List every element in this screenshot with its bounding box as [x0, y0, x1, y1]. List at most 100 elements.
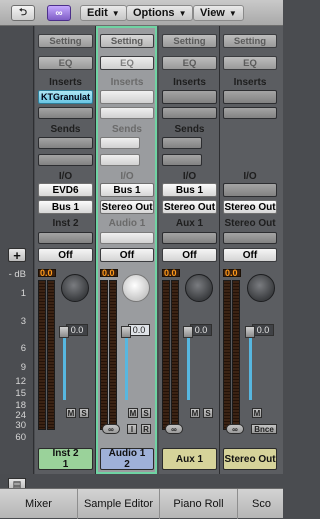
mute-button[interactable]: M [128, 408, 138, 418]
send-slot-1[interactable] [162, 137, 202, 149]
volume-display: 0.0 [66, 324, 88, 336]
pan-knob[interactable] [122, 274, 150, 302]
add-channel-button[interactable]: + [8, 248, 26, 263]
inserts-label: Inserts [173, 77, 206, 88]
record-enable-button[interactable]: R [141, 424, 151, 434]
insert-slot-1[interactable] [162, 90, 217, 104]
tab-score[interactable]: Sco [238, 489, 283, 519]
pan-knob[interactable] [61, 274, 89, 302]
channel-name-line2: 1 [62, 459, 69, 470]
fader-track [63, 338, 66, 400]
automation-button[interactable]: Off [162, 248, 217, 262]
send-slot-1[interactable] [100, 137, 140, 149]
send-slot-2[interactable] [38, 154, 93, 166]
edit-menu-label: Edit [87, 7, 108, 19]
tab-mixer[interactable]: Mixer [0, 489, 78, 519]
tab-label: Sco [252, 498, 271, 510]
output-slot[interactable]: Stereo Out [100, 200, 154, 214]
insert-slot-2[interactable] [38, 107, 93, 119]
chevron-down-icon: ▼ [178, 8, 187, 18]
eq-button[interactable]: EQ [223, 56, 277, 70]
tab-piano-roll[interactable]: Piano Roll [160, 489, 238, 519]
send-slot-2[interactable] [100, 154, 140, 166]
level-meter-left [223, 280, 231, 430]
options-menu[interactable]: Options ▼ [126, 5, 194, 21]
back-button[interactable]: ⮌ [11, 5, 35, 21]
input-monitor-button[interactable]: I [127, 424, 137, 434]
scale-label: 12 [15, 376, 26, 387]
setting-button[interactable]: Setting [38, 34, 93, 48]
setting-button[interactable]: Setting [100, 34, 154, 48]
output-slot[interactable]: Stereo Out [162, 200, 217, 214]
insert-slot-2[interactable] [223, 107, 277, 119]
link-button[interactable]: ∞ [102, 424, 120, 434]
output-slot[interactable]: Bus 1 [38, 200, 93, 214]
insert-slot-1[interactable] [223, 90, 277, 104]
input-slot[interactable]: Bus 1 [162, 183, 217, 197]
automation-button[interactable]: Off [100, 248, 154, 262]
link-button[interactable]: ∞ [165, 424, 183, 434]
volume-fader[interactable] [59, 326, 69, 338]
peak-display: 0.0 [100, 269, 118, 278]
automation-button[interactable]: Off [38, 248, 93, 262]
setting-button[interactable]: Setting [223, 34, 277, 48]
input-slot[interactable]: Bus 1 [100, 183, 154, 197]
volume-display: 0.0 [252, 324, 274, 336]
peak-display: 0.0 [38, 269, 56, 278]
scale-label: 9 [20, 362, 26, 373]
eq-button[interactable]: EQ [100, 56, 154, 70]
chevron-down-icon: ▼ [111, 8, 120, 18]
channel-name[interactable]: Inst 2 1 [38, 448, 93, 470]
peak-display: 0.0 [223, 269, 241, 278]
channel-name[interactable]: Stereo Out [223, 448, 277, 470]
output-slot[interactable]: Stereo Out [223, 200, 277, 214]
eq-button[interactable]: EQ [162, 56, 217, 70]
pan-knob[interactable] [247, 274, 275, 302]
input-slot[interactable] [223, 183, 277, 197]
group-slot[interactable] [223, 232, 277, 244]
insert-slot-2[interactable] [100, 107, 154, 119]
volume-display: 0.0 [190, 324, 212, 336]
track-label: Audio 1 [108, 218, 146, 229]
link-button[interactable]: ∞ [47, 5, 71, 21]
group-slot[interactable] [38, 232, 93, 244]
send-slot-1[interactable] [38, 137, 93, 149]
io-label: I/O [243, 171, 257, 182]
level-meter-right [109, 280, 117, 430]
automation-button[interactable]: Off [223, 248, 277, 262]
tab-sample-editor[interactable]: Sample Editor [78, 489, 160, 519]
input-slot[interactable]: EVD6 [38, 183, 93, 197]
group-slot[interactable] [162, 232, 217, 244]
volume-fader[interactable] [245, 326, 255, 338]
send-slot-2[interactable] [162, 154, 202, 166]
volume-fader[interactable] [183, 326, 193, 338]
solo-button[interactable]: S [141, 408, 151, 418]
link-button[interactable]: ∞ [226, 424, 244, 434]
insert-slot-1[interactable]: KTGranulat [38, 90, 93, 104]
mute-button[interactable]: M [252, 408, 262, 418]
eq-button[interactable]: EQ [38, 56, 93, 70]
view-menu[interactable]: View ▼ [193, 5, 244, 21]
edit-menu[interactable]: Edit ▼ [80, 5, 127, 21]
group-slot[interactable] [100, 232, 154, 244]
pan-knob[interactable] [185, 274, 213, 302]
tab-label: Piano Roll [173, 498, 224, 510]
setting-button[interactable]: Setting [162, 34, 217, 48]
track-label: Stereo Out [224, 218, 276, 229]
channel-name[interactable]: Audio 1 2 [100, 448, 154, 470]
level-meter-left [100, 280, 108, 430]
channel-strip-stereo-out: Setting EQ Inserts I/O Stereo Out Stereo… [220, 26, 283, 474]
volume-fader[interactable] [121, 326, 131, 338]
sends-label: Sends [174, 124, 205, 135]
mute-button[interactable]: M [190, 408, 200, 418]
mute-button[interactable]: M [66, 408, 76, 418]
bottom-tab-bar: Mixer Sample Editor Piano Roll Sco [0, 488, 283, 519]
scale-label: 3 [20, 316, 26, 327]
bounce-button[interactable]: Bnce [251, 424, 277, 434]
channel-name[interactable]: Aux 1 [162, 448, 217, 470]
solo-button[interactable]: S [79, 408, 89, 418]
insert-slot-1[interactable] [100, 90, 154, 104]
solo-button[interactable]: S [203, 408, 213, 418]
inserts-label: Inserts [49, 77, 82, 88]
insert-slot-2[interactable] [162, 107, 217, 119]
